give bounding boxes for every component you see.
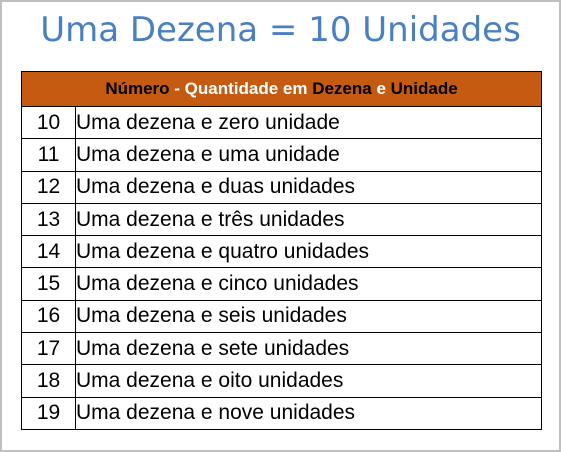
- row-number: 11: [21, 138, 76, 172]
- row-number: 13: [21, 202, 76, 237]
- numbers-table: Número - Quantidade em Dezena e Unidade …: [21, 71, 542, 430]
- row-number: 15: [21, 267, 76, 301]
- row-text: Uma dezena e cinco unidades: [75, 267, 542, 301]
- row-text: Uma dezena e nove unidades: [75, 396, 542, 430]
- header-unidade: Unidade: [390, 79, 458, 98]
- header-quantidade-em: Quantidade em: [184, 79, 313, 98]
- header-dezena: Dezena: [312, 79, 372, 98]
- row-number: 14: [21, 235, 76, 269]
- row-number: 18: [21, 364, 76, 398]
- header-e: e: [371, 79, 391, 98]
- row-text: Uma dezena e zero unidade: [75, 105, 542, 140]
- table-row: 12 Uma dezena e duas unidades: [21, 170, 542, 204]
- row-text: Uma dezena e três unidades: [75, 202, 542, 237]
- table-row: 10 Uma dezena e zero unidade: [21, 105, 542, 140]
- table-row: 18 Uma dezena e oito unidades: [21, 364, 542, 398]
- page-title: Uma Dezena = 10 Unidades: [40, 10, 521, 50]
- row-text: Uma dezena e seis unidades: [75, 299, 542, 334]
- table-row: 17 Uma dezena e sete unidades: [21, 332, 542, 366]
- table-row: 19 Uma dezena e nove unidades: [21, 396, 542, 430]
- table-row: 11 Uma dezena e uma unidade: [21, 138, 542, 172]
- table-header-row: Número - Quantidade em Dezena e Unidade: [21, 71, 542, 107]
- row-text: Uma dezena e uma unidade: [75, 138, 542, 172]
- row-number: 17: [21, 332, 76, 366]
- table-row: 13 Uma dezena e três unidades: [21, 202, 542, 237]
- table-row: 16 Uma dezena e seis unidades: [21, 299, 542, 334]
- row-number: 10: [21, 105, 76, 140]
- row-number: 16: [21, 299, 76, 334]
- row-text: Uma dezena e quatro unidades: [75, 235, 542, 269]
- table-row: 14 Uma dezena e quatro unidades: [21, 235, 542, 269]
- row-text: Uma dezena e sete unidades: [75, 332, 542, 366]
- table-row: 15 Uma dezena e cinco unidades: [21, 267, 542, 301]
- row-text: Uma dezena e duas unidades: [75, 170, 542, 204]
- table-header: Número - Quantidade em Dezena e Unidade: [21, 71, 542, 107]
- row-number: 12: [21, 170, 76, 204]
- row-number: 19: [21, 396, 76, 430]
- header-numero: Número: [105, 79, 170, 98]
- header-separator: -: [169, 79, 185, 98]
- row-text: Uma dezena e oito unidades: [75, 364, 542, 398]
